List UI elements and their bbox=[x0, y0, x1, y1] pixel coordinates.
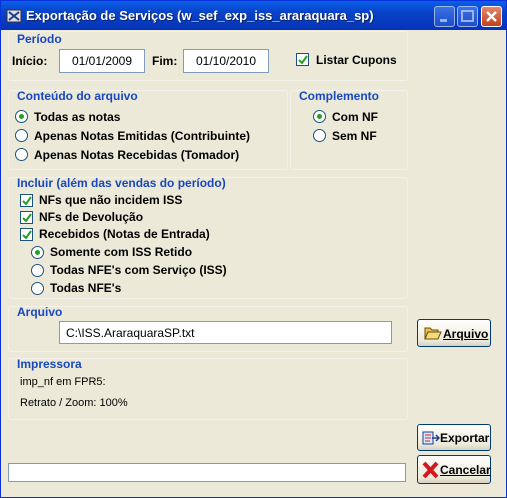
minimize-icon bbox=[440, 19, 447, 22]
title-bar[interactable]: Exportação de Serviços (w_sef_exp_iss_ar… bbox=[1, 1, 506, 30]
radio-somente-iss-retido-label: Somente com ISS Retido bbox=[50, 245, 193, 259]
recebidos-checkbox[interactable] bbox=[20, 228, 33, 241]
inicio-label: Início: bbox=[12, 54, 48, 68]
radio-todas-nfe-servico[interactable] bbox=[31, 264, 44, 277]
radio-apenas-recebidas[interactable] bbox=[15, 148, 28, 161]
radio-selected-dot bbox=[35, 250, 40, 255]
radio-todas-nfe-servico-label: Todas NFE's com Serviço (ISS) bbox=[50, 263, 227, 277]
complemento-section-label: Complemento bbox=[299, 89, 380, 103]
folder-open-icon bbox=[424, 327, 442, 340]
nfs-nao-incidem-iss-checkbox[interactable] bbox=[20, 194, 33, 207]
app-icon bbox=[6, 9, 22, 23]
fim-field[interactable]: 01/10/2010 bbox=[183, 49, 269, 73]
radio-todas-nfe[interactable] bbox=[31, 282, 44, 295]
impressora-line-1: imp_nf em FPR5: bbox=[20, 376, 106, 388]
incluir-section-label: Incluir (além das vendas do período) bbox=[17, 176, 226, 190]
check-icon bbox=[22, 230, 32, 240]
radio-somente-iss-retido[interactable] bbox=[31, 246, 44, 259]
listar-cupons-label: Listar Cupons bbox=[316, 53, 397, 67]
radio-selected-dot bbox=[317, 114, 322, 119]
periodo-section-label: Período bbox=[17, 32, 62, 46]
arquivo-section-label: Arquivo bbox=[17, 305, 63, 319]
impressora-line-2: Retrato / Zoom: 100% bbox=[20, 397, 128, 409]
minimize-button[interactable] bbox=[434, 6, 455, 27]
conteudo-section-label: Conteúdo do arquivo bbox=[17, 89, 138, 103]
maximize-icon bbox=[461, 10, 474, 22]
radio-sem-nf-label: Sem NF bbox=[332, 129, 377, 143]
nfs-devolucao-label: NFs de Devolução bbox=[39, 210, 144, 224]
check-icon bbox=[22, 213, 32, 223]
arquivo-button[interactable]: Arquivo bbox=[417, 319, 491, 347]
radio-apenas-recebidas-label: Apenas Notas Recebidas (Tomador) bbox=[34, 148, 240, 162]
close-button[interactable] bbox=[481, 6, 502, 27]
radio-com-nf[interactable] bbox=[313, 110, 326, 123]
maximize-button[interactable] bbox=[457, 6, 478, 27]
exportar-button-label: Exportar bbox=[440, 431, 490, 445]
status-progress-bar bbox=[8, 463, 406, 482]
close-icon bbox=[486, 11, 497, 22]
recebidos-label: Recebidos (Notas de Entrada) bbox=[39, 227, 210, 241]
nfs-devolucao-checkbox[interactable] bbox=[20, 211, 33, 224]
window-title: Exportação de Serviços (w_sef_exp_iss_ar… bbox=[26, 8, 374, 23]
arquivo-button-label: Arquivo bbox=[443, 327, 489, 341]
radio-selected-dot bbox=[19, 114, 24, 119]
radio-todas-notas-label: Todas as notas bbox=[34, 110, 121, 124]
radio-sem-nf[interactable] bbox=[313, 129, 326, 142]
radio-todas-nfe-label: Todas NFE's bbox=[50, 281, 122, 295]
exportar-button[interactable]: Exportar bbox=[417, 424, 491, 451]
radio-apenas-emitidas[interactable] bbox=[15, 129, 28, 142]
arquivo-path-field[interactable]: C:\ISS.AraraquaraSP.txt bbox=[59, 321, 392, 344]
check-icon bbox=[298, 55, 308, 65]
fim-label: Fim: bbox=[152, 54, 178, 68]
export-icon bbox=[422, 431, 440, 445]
cancelar-button-label: Cancelar bbox=[440, 463, 491, 477]
export-dialog: Exportação de Serviços (w_sef_exp_iss_ar… bbox=[0, 0, 507, 498]
check-icon bbox=[22, 196, 32, 206]
inicio-field[interactable]: 01/01/2009 bbox=[59, 49, 145, 73]
cancel-x-icon bbox=[422, 461, 439, 479]
listar-cupons-checkbox[interactable] bbox=[296, 53, 309, 66]
cancelar-button[interactable]: Cancelar bbox=[417, 455, 491, 484]
impressora-section-label: Impressora bbox=[17, 357, 82, 371]
radio-com-nf-label: Com NF bbox=[332, 110, 378, 124]
nfs-nao-incidem-iss-label: NFs que não incidem ISS bbox=[39, 193, 183, 207]
radio-apenas-emitidas-label: Apenas Notas Emitidas (Contribuinte) bbox=[34, 129, 251, 143]
radio-todas-notas[interactable] bbox=[15, 110, 28, 123]
